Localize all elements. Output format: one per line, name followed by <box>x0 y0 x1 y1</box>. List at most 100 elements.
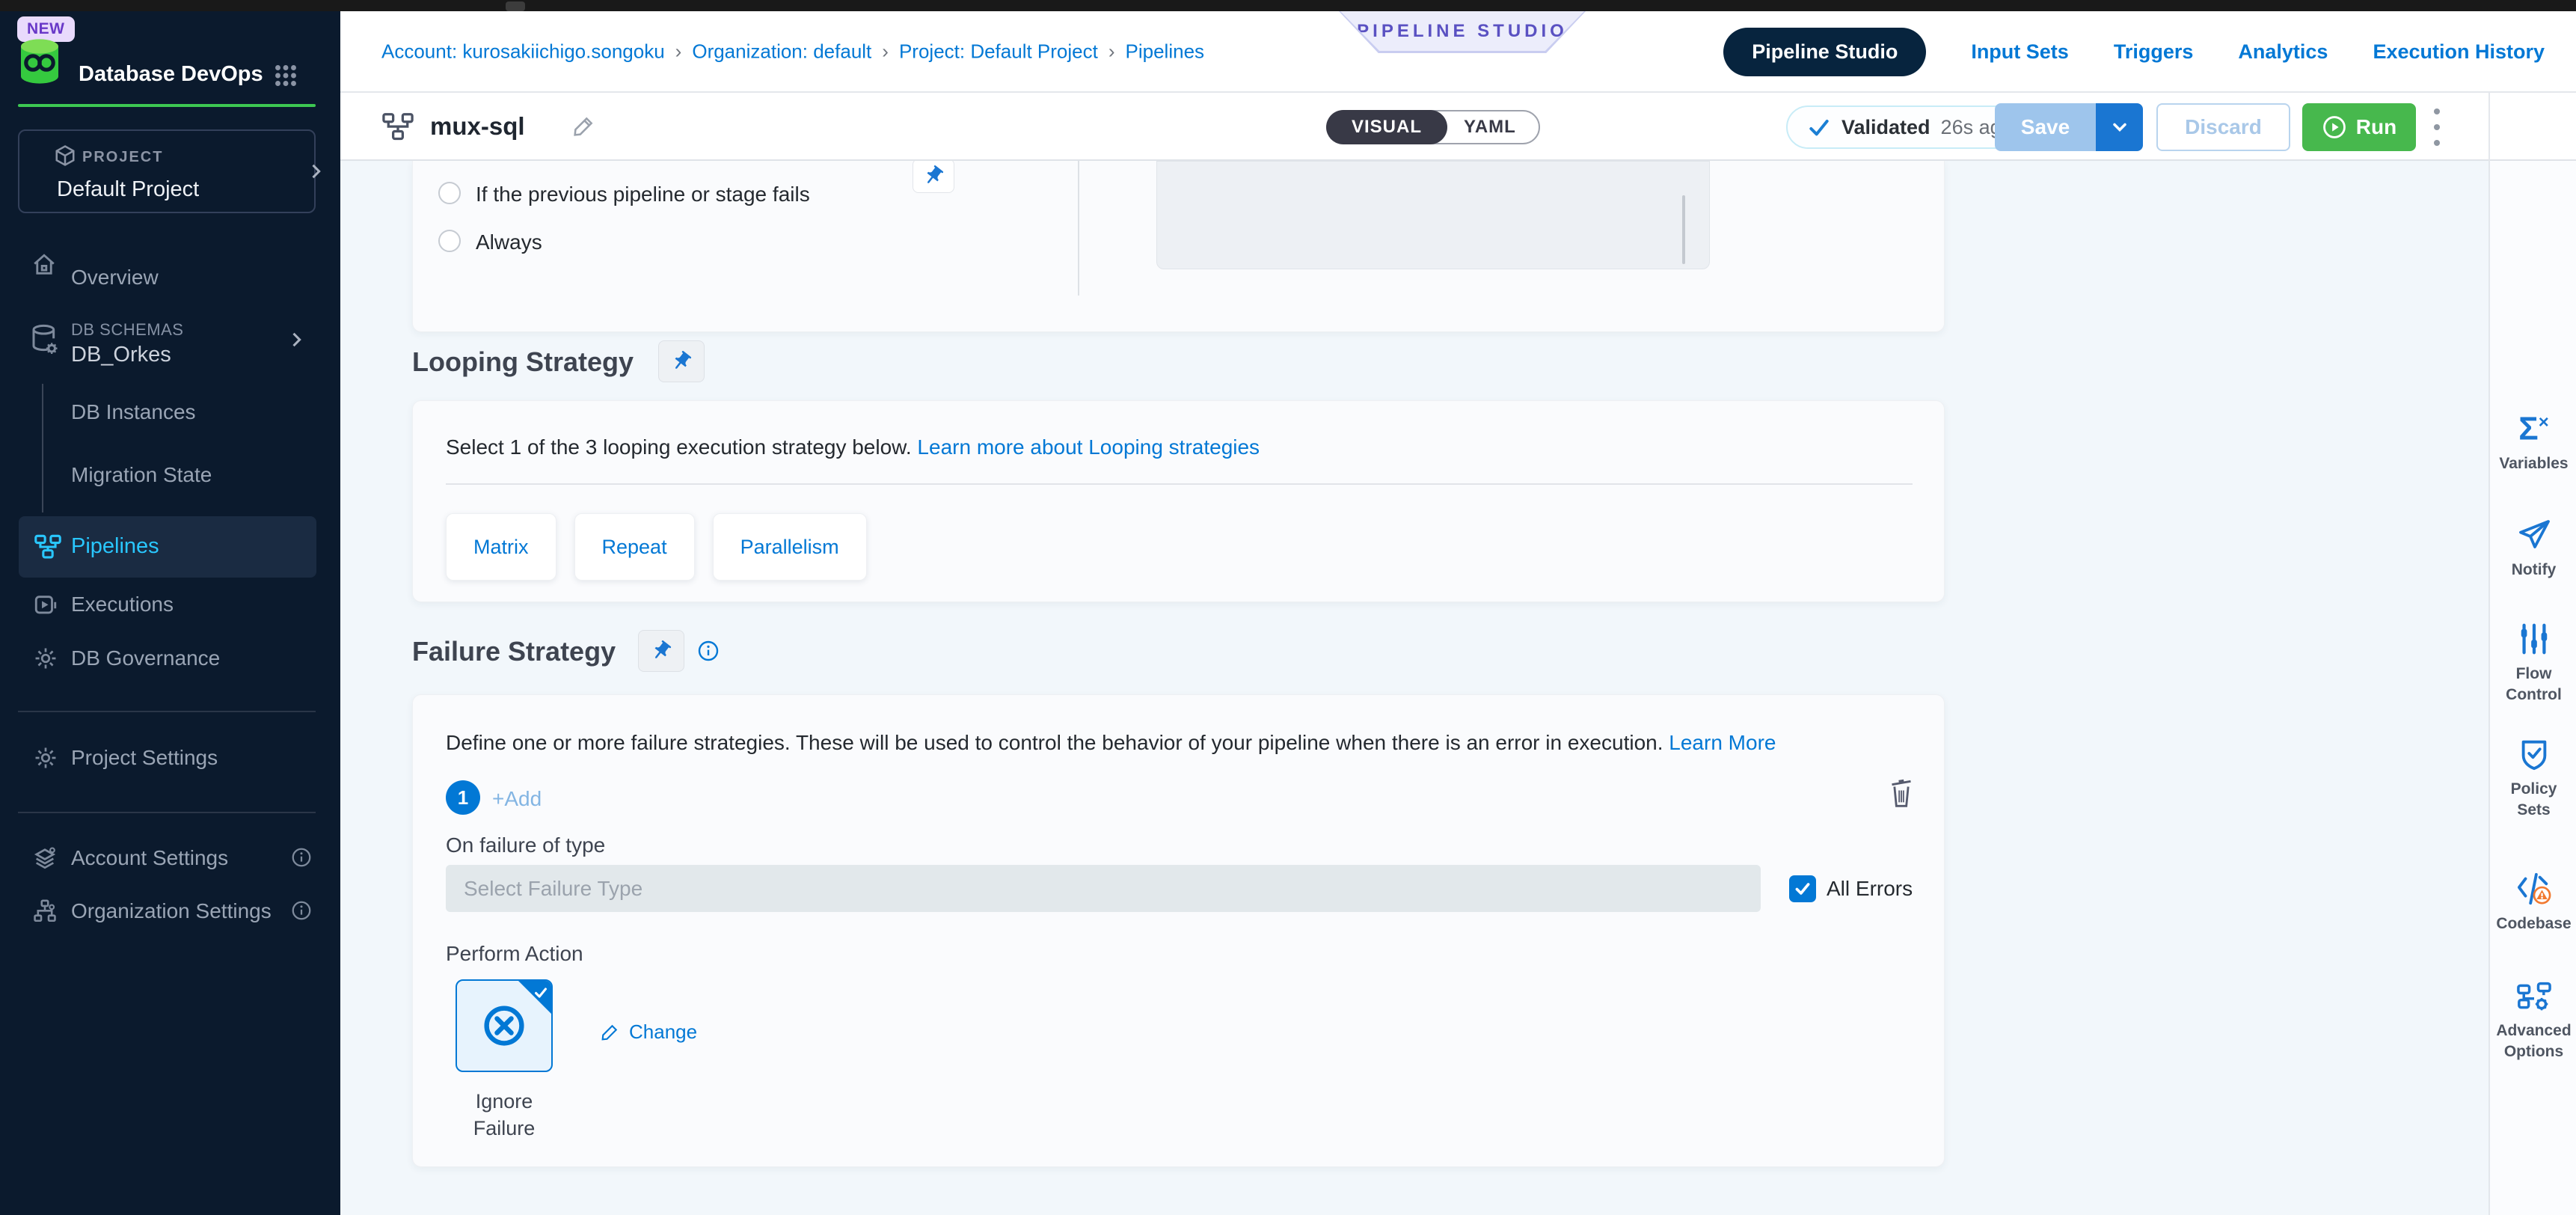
breadcrumb-organization[interactable]: Organization: default <box>692 40 871 63</box>
more-options-kebab[interactable] <box>2429 108 2444 146</box>
failure-description: Define one or more failure strategies. T… <box>446 731 1776 755</box>
info-icon[interactable] <box>696 639 720 663</box>
preview-scrollbar[interactable] <box>1682 195 1685 264</box>
discard-button[interactable]: Discard <box>2156 103 2290 151</box>
db-schemas-value: DB_Orkes <box>71 343 171 367</box>
looping-learn-more-link[interactable]: Learn more about Looping strategies <box>917 435 1260 459</box>
subnav-guide-line <box>42 384 43 512</box>
chevron-right-icon <box>305 161 326 182</box>
pin-button[interactable] <box>913 159 954 193</box>
pin-icon <box>670 350 693 373</box>
rail-item-notify[interactable]: Notify <box>2490 516 2576 581</box>
edit-pencil-icon[interactable] <box>571 114 596 139</box>
pipelines-icon <box>34 534 62 560</box>
tab-input-sets[interactable]: Input Sets <box>1971 40 2069 64</box>
rail-item-policy-sets[interactable]: PolicySets <box>2490 737 2576 821</box>
check-icon <box>533 985 549 1001</box>
main-content: If the previous pipeline or stage fails … <box>340 161 2488 1215</box>
right-rail: Σ× Variables Notify FlowControl PolicySe… <box>2488 161 2576 1215</box>
rail-item-advanced-options[interactable]: AdvancedOptions <box>2490 980 2576 1062</box>
all-errors-checkbox[interactable] <box>1789 875 1816 902</box>
validated-label: Validated <box>1841 116 1931 139</box>
toolbar-divider <box>2488 93 2490 161</box>
rail-item-flow-control[interactable]: FlowControl <box>2490 622 2576 706</box>
failure-strategy-card: Define one or more failure strategies. T… <box>412 694 1945 1167</box>
pin-button[interactable] <box>638 630 684 672</box>
tab-execution-history[interactable]: Execution History <box>2373 40 2545 64</box>
rail-item-variables[interactable]: Σ× Variables <box>2490 406 2576 474</box>
save-dropdown-button[interactable] <box>2096 103 2143 151</box>
matrix-button[interactable]: Matrix <box>446 513 556 581</box>
repeat-button[interactable]: Repeat <box>574 513 695 581</box>
project-label: PROJECT <box>82 149 163 166</box>
org-gear-icon <box>31 899 58 924</box>
breadcrumb-pipelines[interactable]: Pipelines <box>1126 40 1205 63</box>
brand-divider <box>18 104 316 107</box>
delete-strategy-icon[interactable] <box>1886 776 1916 809</box>
project-selector[interactable]: PROJECT Default Project <box>18 129 316 213</box>
pin-icon <box>650 640 672 662</box>
breadcrumb-account[interactable]: Account: kurosakiichigo.songoku <box>381 40 665 63</box>
looping-description: Select 1 of the 3 looping execution stra… <box>446 435 1260 459</box>
radio-always-label: Always <box>476 230 542 254</box>
product-title: Database DevOps <box>79 62 263 87</box>
looping-options: Matrix Repeat Parallelism <box>446 513 867 581</box>
chevron-down-icon <box>2109 117 2130 138</box>
radio-always[interactable] <box>438 230 461 252</box>
db-schemas-label: DB SCHEMAS <box>71 320 183 340</box>
pipeline-toolbar: mux-sql VISUAL YAML Validated 26s ago Sa… <box>340 93 2576 161</box>
conditional-execution-card: If the previous pipeline or stage fails … <box>412 161 1945 332</box>
top-tabs: Pipeline Studio Input Sets Triggers Anal… <box>1723 11 2545 93</box>
flow-control-icon <box>2517 622 2551 656</box>
info-icon[interactable] <box>290 846 313 869</box>
parallelism-button[interactable]: Parallelism <box>713 513 867 581</box>
radio-previous-fails-label: If the previous pipeline or stage fails <box>476 183 810 206</box>
all-errors-label: All Errors <box>1827 877 1913 901</box>
advanced-options-icon <box>2516 980 2552 1013</box>
add-strategy-link[interactable]: +Add <box>492 787 542 811</box>
sidebar-item-migration-state[interactable]: Migration State <box>71 463 212 487</box>
failure-learn-more-link[interactable]: Learn More <box>1669 731 1776 754</box>
ignore-failure-tile[interactable] <box>456 979 553 1072</box>
save-button[interactable]: Save <box>1995 103 2096 151</box>
tab-pipeline-studio[interactable]: Pipeline Studio <box>1723 28 1926 76</box>
sidebar-item-db-governance[interactable]: DB Governance <box>0 636 340 681</box>
breadcrumb-project[interactable]: Project: Default Project <box>899 40 1098 63</box>
sidebar-item-pipelines[interactable]: Pipelines <box>19 516 316 578</box>
sidebar-item-executions[interactable]: Executions <box>0 582 340 627</box>
pipeline-icon <box>381 112 414 142</box>
sidebar-divider <box>18 711 316 712</box>
failure-strategy-title: Failure Strategy <box>412 636 616 667</box>
sidebar-item-project-settings[interactable]: Project Settings <box>0 735 340 780</box>
breadcrumb-separator: › <box>665 40 693 63</box>
rail-item-codebase[interactable]: Codebase <box>2490 872 2576 934</box>
pin-button[interactable] <box>658 340 705 382</box>
sidebar-item-overview[interactable]: Overview .nav-label.vc2{transform:transl… <box>0 243 340 288</box>
sidebar-item-db-instances[interactable]: DB Instances <box>71 400 196 424</box>
module-grid-icon[interactable] <box>272 62 299 89</box>
project-name: Default Project <box>57 177 199 202</box>
tab-triggers[interactable]: Triggers <box>2114 40 2194 64</box>
sidebar-item-account-settings[interactable]: Account Settings <box>0 836 340 881</box>
breadcrumb-separator: › <box>871 40 899 63</box>
recording-indicator <box>506 1 525 11</box>
radio-previous-fails[interactable] <box>438 182 461 204</box>
ignore-failure-icon <box>479 1000 530 1051</box>
action-label-line1: Ignore <box>456 1090 553 1113</box>
executions-icon <box>33 593 58 618</box>
card-divider <box>446 483 1913 485</box>
run-button[interactable]: Run <box>2302 103 2416 151</box>
sidebar-item-organization-settings[interactable]: Organization Settings <box>0 889 340 934</box>
strategy-number-badge[interactable]: 1 <box>446 780 480 815</box>
check-icon <box>1793 879 1812 899</box>
info-icon[interactable] <box>290 899 313 922</box>
toggle-visual[interactable]: VISUAL <box>1326 110 1447 144</box>
tab-analytics[interactable]: Analytics <box>2238 40 2328 64</box>
edit-pencil-icon <box>599 1022 620 1043</box>
failure-type-select[interactable] <box>446 865 1761 912</box>
home-icon <box>31 252 57 278</box>
change-action-link[interactable]: Change <box>599 1020 697 1044</box>
looping-strategy-card: Select 1 of the 3 looping execution stra… <box>412 400 1945 602</box>
sidebar-item-db-schemas[interactable]: DB SCHEMAS DB_Orkes <box>0 307 340 374</box>
pipeline-name: mux-sql <box>430 112 525 141</box>
